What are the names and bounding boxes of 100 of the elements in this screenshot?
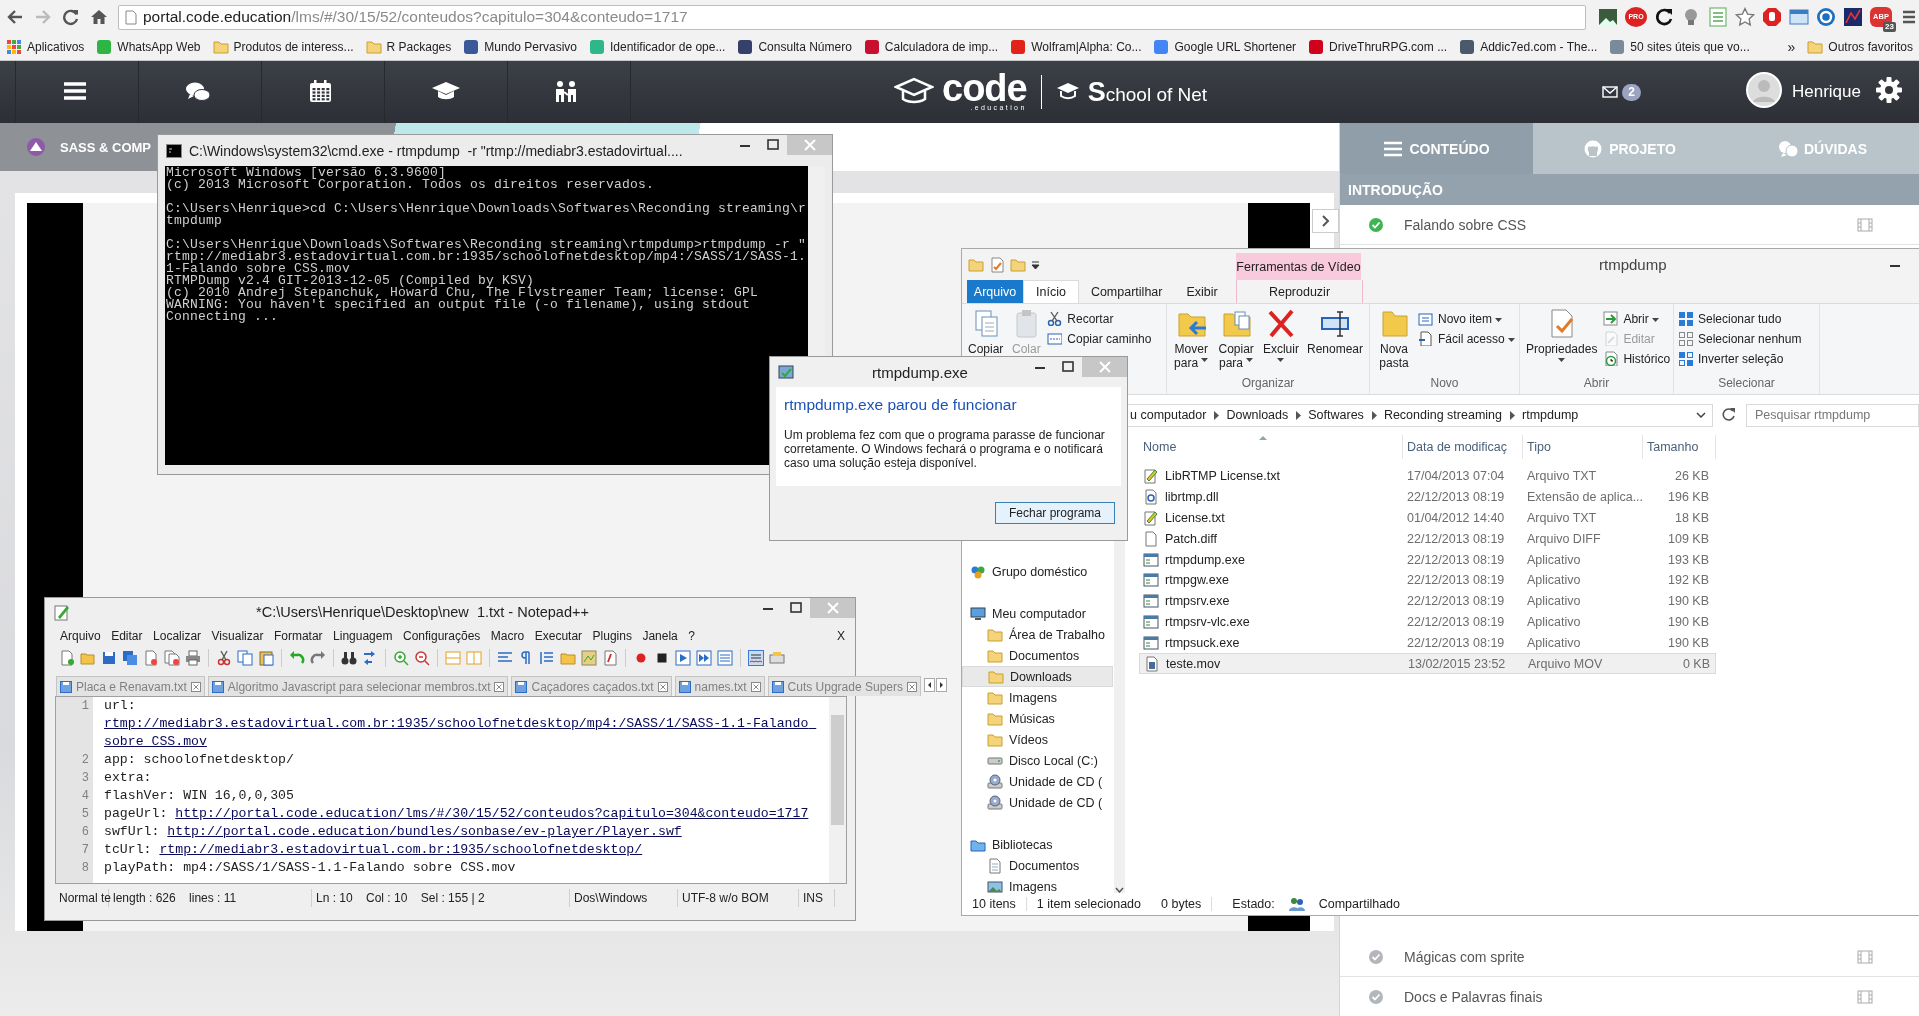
ring-icon[interactable] bbox=[1816, 7, 1836, 27]
new-item-button[interactable]: Novo item bbox=[1417, 310, 1515, 327]
properties-button[interactable]: Propriedades bbox=[1524, 308, 1600, 370]
menu-item[interactable]: Localizar bbox=[153, 629, 202, 643]
nav-item[interactable]: Grupo doméstico bbox=[962, 561, 1113, 582]
mail-icon[interactable] bbox=[1602, 86, 1619, 98]
menu-item[interactable]: Configurações bbox=[402, 629, 481, 643]
star-icon[interactable] bbox=[1735, 7, 1755, 27]
close-file-icon[interactable] bbox=[143, 650, 159, 666]
nav-item[interactable]: Disco Local (C:) bbox=[962, 750, 1113, 771]
binoculars-icon[interactable] bbox=[341, 650, 357, 666]
nav-item[interactable]: Documentos bbox=[962, 645, 1113, 666]
caret-icon[interactable] bbox=[1031, 259, 1040, 270]
nav-item[interactable]: Downloads bbox=[962, 666, 1113, 687]
nav-item[interactable]: Meu computador bbox=[962, 603, 1113, 624]
list-save-icon[interactable] bbox=[717, 650, 733, 666]
save-all-icon[interactable] bbox=[122, 650, 138, 666]
easy-access-button[interactable]: Fácil acesso bbox=[1417, 330, 1515, 347]
more-bookmarks-button[interactable]: » bbox=[1787, 39, 1796, 55]
file-row[interactable]: rtmpgw.exe 22/12/2013 08:19 Aplicativo 192 KB bbox=[1139, 570, 1716, 591]
file-row[interactable]: rtmpdump.exe 22/12/2013 08:19 Aplicativo 193 KB bbox=[1139, 549, 1716, 570]
stop-sign-icon[interactable] bbox=[1762, 7, 1782, 27]
breadcrumb-item[interactable]: u computador bbox=[1130, 408, 1207, 422]
scrollbar[interactable] bbox=[829, 697, 846, 883]
scroll-down-icon[interactable] bbox=[1115, 887, 1124, 893]
nav-item[interactable]: Bibliotecas bbox=[962, 834, 1113, 855]
breadcrumb-item[interactable]: Reconding streaming bbox=[1383, 408, 1502, 422]
reload-icon[interactable] bbox=[62, 8, 80, 26]
file-row[interactable]: rtmpsrv-vlc.exe 22/12/2013 08:19 Aplicativo 190 KB bbox=[1139, 611, 1716, 633]
collapse-button[interactable] bbox=[1312, 209, 1339, 233]
zoom-out-icon[interactable] bbox=[414, 650, 430, 666]
cut-icon[interactable] bbox=[216, 650, 232, 666]
window-icon[interactable] bbox=[1789, 7, 1809, 27]
picture-icon[interactable] bbox=[1598, 7, 1618, 27]
close-icon[interactable] bbox=[494, 681, 505, 692]
menu-item[interactable]: ? bbox=[688, 629, 695, 643]
spellcheck-icon[interactable] bbox=[748, 650, 764, 666]
file-row[interactable]: LibRTMP License.txt 17/04/2013 07:04 Arquivo TXT 26 KB bbox=[1139, 466, 1716, 487]
lesson-item[interactable]: Mágicas com sprite bbox=[1340, 937, 1919, 977]
new-folder-button[interactable]: Nova pasta bbox=[1374, 308, 1414, 370]
history-button[interactable]: Histórico bbox=[1603, 350, 1671, 367]
lesson-item[interactable]: Docs e Palavras finais bbox=[1340, 977, 1919, 1016]
rename-button[interactable]: Renomear bbox=[1304, 308, 1365, 356]
close-program-button[interactable]: Fechar programa bbox=[994, 502, 1115, 524]
ribbon-tab[interactable]: Reproduzir bbox=[1236, 280, 1363, 303]
bookmark[interactable]: Calculadora de imp... bbox=[863, 39, 999, 55]
address-bar[interactable]: portal.code.education/lms/#/30/15/52/conteudos?capitulo=304&conteudo=1717 bbox=[118, 4, 1586, 30]
settings-icon[interactable] bbox=[1875, 76, 1903, 104]
copy-button[interactable]: Copiar bbox=[966, 308, 1006, 356]
undo-icon[interactable] bbox=[289, 650, 305, 666]
bookmark[interactable]: Addic7ed.com - The... bbox=[1459, 39, 1598, 55]
breadcrumb-item[interactable]: rtmpdump bbox=[1522, 408, 1579, 422]
close-all-icon[interactable] bbox=[164, 650, 180, 666]
close-icon[interactable] bbox=[657, 681, 668, 692]
copy-icon[interactable] bbox=[237, 650, 253, 666]
bookmark[interactable]: DriveThruRPG.com ... bbox=[1308, 39, 1448, 55]
nav-item[interactable]: Imagens bbox=[962, 876, 1113, 897]
user-name[interactable]: Henrique bbox=[1792, 82, 1861, 102]
back-icon[interactable] bbox=[6, 8, 24, 26]
nav-item[interactable]: Músicas bbox=[962, 708, 1113, 729]
breadcrumb-item[interactable]: Softwares bbox=[1308, 408, 1364, 422]
bookmark[interactable]: 50 sites úteis que vo... bbox=[1609, 39, 1750, 55]
menu-item[interactable]: Arquivo bbox=[60, 629, 101, 643]
function-icon[interactable] bbox=[602, 650, 618, 666]
bookmark[interactable]: Identificador de ope... bbox=[589, 39, 726, 55]
paste-icon[interactable] bbox=[258, 650, 274, 666]
menu-item[interactable]: Executar bbox=[534, 629, 583, 643]
menu-item[interactable]: Visualizar bbox=[211, 629, 264, 643]
scroll-right-icon[interactable] bbox=[936, 678, 947, 692]
close-icon[interactable] bbox=[750, 681, 761, 692]
file-row[interactable]: teste.mov 13/02/2015 23:52 Arquivo MOV 0 KB bbox=[1139, 653, 1716, 674]
nav-item[interactable]: Imagens bbox=[962, 687, 1113, 708]
bookmark[interactable]: R Packages bbox=[365, 39, 452, 55]
column-header[interactable]: Tipo bbox=[1523, 435, 1643, 459]
bookmark[interactable]: Aplicativos bbox=[6, 39, 85, 55]
nav-item[interactable]: Documentos bbox=[962, 855, 1113, 876]
home-icon[interactable] bbox=[90, 8, 108, 26]
bookmark[interactable]: Consulta Número bbox=[737, 39, 852, 55]
ribbon-tab[interactable]: Exibir bbox=[1174, 280, 1230, 303]
column-header[interactable]: Nome bbox=[1139, 435, 1403, 459]
nav-item[interactable]: Área de Trabalho bbox=[962, 624, 1113, 645]
search-field[interactable]: Pesquisar rtmpdump bbox=[1746, 403, 1919, 427]
redo-icon[interactable] bbox=[310, 650, 326, 666]
nav-item[interactable]: Vídeos bbox=[962, 729, 1113, 750]
nav-item[interactable]: Unidade de CD ( bbox=[962, 771, 1113, 792]
play-icon[interactable] bbox=[675, 650, 691, 666]
copy-path-button[interactable]: Copiar caminho bbox=[1047, 330, 1152, 347]
file-row[interactable]: Patch.diff 22/12/2013 08:19 Arquivo DIFF 109 KB bbox=[1139, 528, 1716, 550]
file-row[interactable]: rtmpsuck.exe 22/12/2013 08:19 Aplicativo 190 KB bbox=[1139, 632, 1716, 654]
move-to-button[interactable]: Mover para bbox=[1171, 308, 1212, 370]
save-icon[interactable] bbox=[101, 650, 117, 666]
print-icon[interactable] bbox=[185, 650, 201, 666]
delete-button[interactable]: Excluir bbox=[1260, 308, 1301, 370]
bookmark[interactable]: Wolfram|Alpha: Co... bbox=[1010, 39, 1142, 55]
breadcrumb-item[interactable]: Downloads bbox=[1226, 408, 1289, 422]
copy-to-button[interactable]: Copiar para bbox=[1215, 308, 1257, 370]
avatar-icon[interactable] bbox=[1746, 72, 1782, 108]
zoom-in-icon[interactable] bbox=[393, 650, 409, 666]
dropdown-icon[interactable] bbox=[1696, 412, 1706, 418]
menu-item[interactable]: Plugins bbox=[592, 629, 632, 643]
